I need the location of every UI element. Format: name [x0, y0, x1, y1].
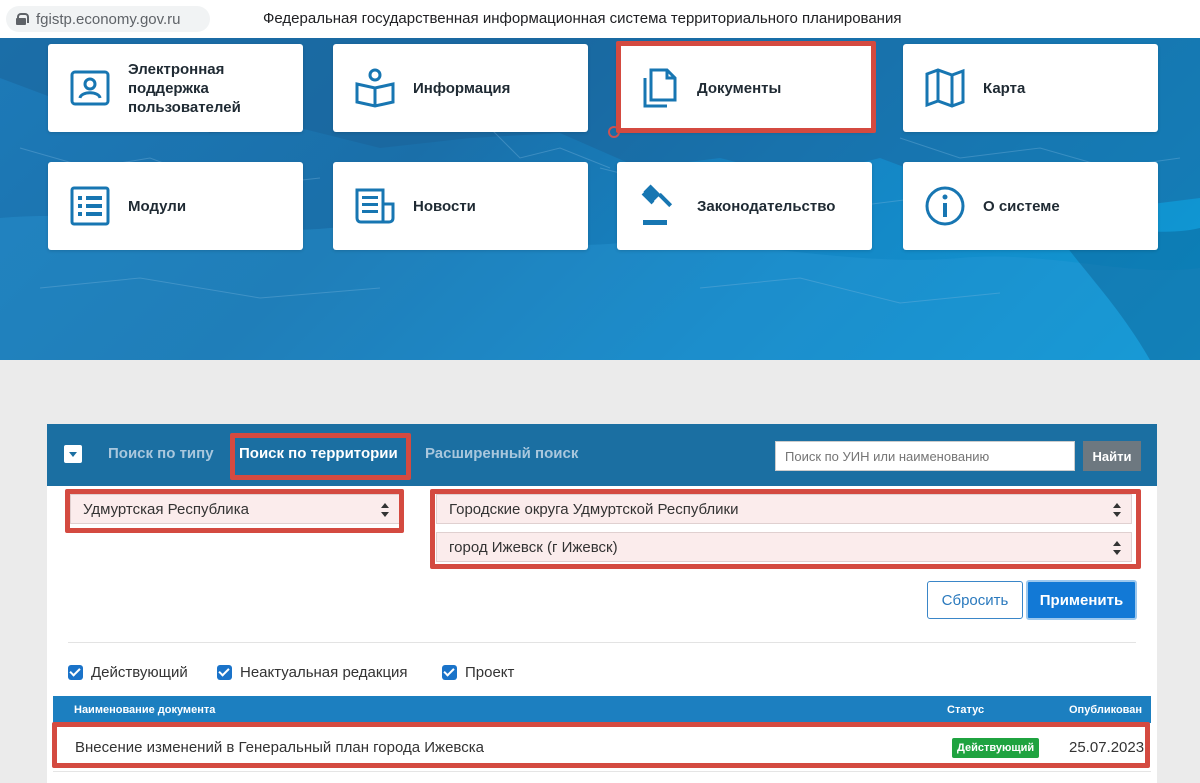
- district-select-value: Городские округа Удмуртской Республики: [449, 500, 739, 518]
- tile-legislation[interactable]: Законодательство: [617, 162, 872, 250]
- filter-active-checkbox[interactable]: Действующий: [68, 664, 188, 681]
- url-text: fgistp.economy.gov.ru: [36, 10, 181, 28]
- tile-documents[interactable]: Документы: [617, 44, 872, 132]
- browser-address-bar: fgistp.economy.gov.ru Федеральная госуда…: [0, 0, 1200, 38]
- tab-search-by-territory[interactable]: Поиск по территории: [239, 445, 398, 462]
- filter-label: Проект: [465, 664, 515, 681]
- column-header-published[interactable]: Опубликован: [1069, 704, 1142, 716]
- tile-news[interactable]: Новости: [333, 162, 588, 250]
- url-field[interactable]: fgistp.economy.gov.ru: [6, 6, 210, 32]
- tile-information[interactable]: Информация: [333, 44, 588, 132]
- info-icon: [925, 186, 965, 226]
- district-select[interactable]: Городские округа Удмуртской Республики: [436, 494, 1132, 524]
- tile-label: Законодательство: [697, 197, 836, 215]
- list-icon: [70, 186, 110, 226]
- tile-label: Электронная поддержка пользователей: [128, 60, 241, 116]
- newspaper-icon: [355, 188, 395, 224]
- page-title: Федеральная государственная информационн…: [263, 10, 902, 27]
- gavel-icon: [641, 184, 673, 225]
- status-badge: Действующий: [952, 738, 1040, 758]
- column-header-name[interactable]: Наименование документа: [74, 704, 215, 716]
- uin-search-input[interactable]: [775, 441, 1075, 471]
- filter-project-checkbox[interactable]: Проект: [442, 664, 514, 681]
- find-button[interactable]: Найти: [1083, 441, 1141, 471]
- region-select-value: Удмуртская Республика: [83, 500, 249, 518]
- divider: [68, 642, 1136, 643]
- region-select[interactable]: Удмуртская Республика: [70, 494, 400, 524]
- documents-copy-icon: [643, 68, 677, 108]
- select-arrows-icon: [1113, 503, 1121, 517]
- document-name-link[interactable]: Внесение изменений в Генеральный план го…: [75, 739, 484, 756]
- tile-label: Модули: [128, 197, 187, 215]
- results-table-header: Наименование документа Статус Опубликова…: [53, 696, 1151, 723]
- city-select[interactable]: город Ижевск (г Ижевск): [436, 532, 1132, 562]
- collapse-toggle-icon[interactable]: [64, 445, 82, 463]
- select-arrows-icon: [381, 503, 389, 517]
- column-header-status[interactable]: Статус: [947, 704, 984, 716]
- search-panel-header: Поиск по типу Поиск по территории Расшир…: [47, 424, 1157, 486]
- select-arrows-icon: [1113, 541, 1121, 555]
- filter-outdated-checkbox[interactable]: Неактуальная редакция: [217, 664, 408, 681]
- city-select-value: город Ижевск (г Ижевск): [449, 538, 618, 556]
- apply-button[interactable]: Применить: [1026, 580, 1137, 620]
- search-panel: Поиск по типу Поиск по территории Расшир…: [47, 424, 1157, 783]
- tile-map[interactable]: Карта: [903, 44, 1158, 132]
- checkbox-checked-icon: [442, 665, 457, 680]
- lock-icon: [16, 13, 29, 25]
- tab-advanced-search[interactable]: Расширенный поиск: [425, 445, 578, 462]
- tile-user-support[interactable]: Электронная поддержка пользователей: [48, 44, 303, 132]
- filter-label: Действующий: [91, 664, 188, 681]
- tile-label: Карта: [983, 79, 1026, 97]
- tile-label: Информация: [413, 79, 511, 97]
- published-date: 25.07.2023: [1069, 739, 1145, 756]
- tile-label: Новости: [413, 197, 476, 215]
- tile-modules[interactable]: Модули: [48, 162, 303, 250]
- table-row[interactable]: Внесение изменений в Генеральный план го…: [53, 724, 1151, 772]
- checkbox-checked-icon: [68, 665, 83, 680]
- tab-search-by-type[interactable]: Поиск по типу: [108, 445, 214, 462]
- tile-label: Документы: [697, 79, 782, 97]
- filter-label: Неактуальная редакция: [240, 664, 408, 681]
- map-icon: [925, 68, 965, 108]
- tile-label: О системе: [983, 197, 1060, 215]
- user-card-icon: [70, 70, 110, 106]
- reader-book-icon: [355, 68, 395, 108]
- checkbox-checked-icon: [217, 665, 232, 680]
- reset-button[interactable]: Сбросить: [927, 581, 1023, 619]
- tile-about[interactable]: О системе: [903, 162, 1158, 250]
